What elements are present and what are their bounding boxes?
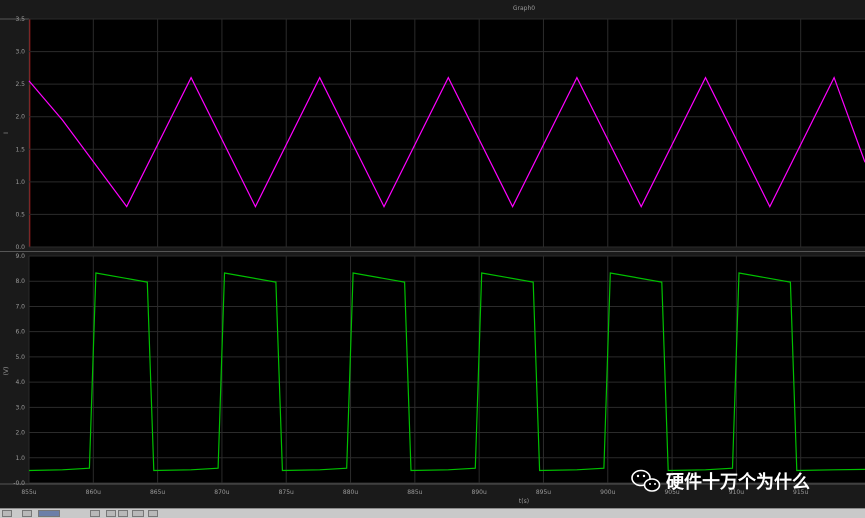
top-y-tick-label: 3.0 xyxy=(15,49,25,56)
top-y-tick-label: 0.0 xyxy=(15,244,25,251)
x-tick-label: 870u xyxy=(214,489,229,496)
toolbar-button[interactable] xyxy=(106,510,116,517)
top-y-tick-label: 1.0 xyxy=(15,179,25,186)
top-y-tick-label: 2.5 xyxy=(15,81,25,88)
top-plot-area xyxy=(29,19,865,247)
top-y-tick-label: 3.5 xyxy=(15,16,25,23)
x-tick-label: 860u xyxy=(86,489,101,496)
toolbar-button[interactable] xyxy=(38,510,60,517)
bottom-y-tick-label: 1.0 xyxy=(15,455,25,462)
x-tick-label: 895u xyxy=(536,489,551,496)
x-tick-label: 865u xyxy=(150,489,165,496)
top-y-tick-label: 1.5 xyxy=(15,146,25,153)
toolbar-button[interactable] xyxy=(90,510,100,517)
bottom-y-tick-label: 9.0 xyxy=(15,253,25,260)
top-y-tick-label: 0.5 xyxy=(15,211,25,218)
bottom-y-tick-label: 7.0 xyxy=(15,303,25,310)
bottom-y-tick-label: 2.0 xyxy=(15,430,25,437)
bottom-y-axis-label: (V) xyxy=(3,367,10,376)
toolbar-button[interactable] xyxy=(2,510,12,517)
bottom-plot-area xyxy=(29,256,865,483)
x-tick-label: 885u xyxy=(407,489,422,496)
bottom-y-tick-label: 3.0 xyxy=(15,404,25,411)
x-axis-label: t(s) xyxy=(519,498,529,505)
toolbar-button[interactable] xyxy=(132,510,144,517)
graph-title: Graph0 xyxy=(513,5,535,12)
bottom-y-tick-label: -0.0 xyxy=(13,480,25,487)
top-y-axis-label: I xyxy=(3,132,10,134)
top-y-tick-label: 2.0 xyxy=(15,114,25,121)
watermark-text: 硬件十万个为什么 xyxy=(666,471,810,493)
bottom-y-tick-label: 5.0 xyxy=(15,354,25,361)
bottom-y-tick-label: 8.0 xyxy=(15,278,25,285)
oscilloscope-graph: Graph0 I (V) t(s) 0.0 0.5 1.0 1.5 2.0 2.5 3.0 3… xyxy=(0,0,865,517)
x-tick-label: 900u xyxy=(600,489,615,496)
bottom-y-tick-label: 6.0 xyxy=(15,329,25,336)
x-tick-label: 880u xyxy=(343,489,358,496)
bottom-y-tick-label: 4.0 xyxy=(15,379,25,386)
toolbar-button[interactable] xyxy=(22,510,32,517)
toolbar-button[interactable] xyxy=(118,510,128,517)
toolbar-button[interactable] xyxy=(148,510,158,517)
x-tick-label: 890u xyxy=(472,489,487,496)
x-tick-label: 855u xyxy=(21,489,36,496)
x-tick-label: 875u xyxy=(279,489,294,496)
